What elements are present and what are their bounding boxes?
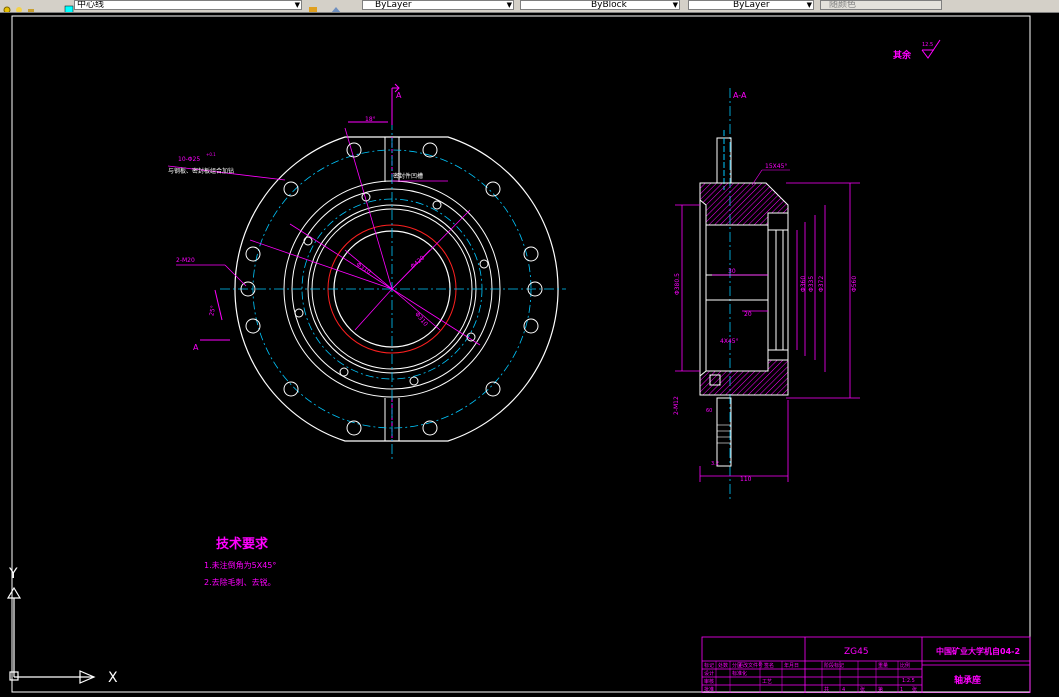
tap-callout: 2-M20 <box>176 257 195 264</box>
chamfer-bot: 4X45° <box>720 338 739 345</box>
hole-callout: 10-Φ25 <box>178 156 200 163</box>
tech-item-2: 2.去除毛刺、去锐。 <box>204 577 276 587</box>
title-header-count: 处数 <box>718 662 728 669</box>
color-dropdown[interactable]: ByLayer ▼ <box>362 0 514 10</box>
plotstyle-value: 随颜色 <box>829 0 857 10</box>
dim-left: Φ380.5 <box>674 273 681 295</box>
dim-372: Φ372 <box>818 276 825 292</box>
dim-outer: Φ560 <box>851 276 858 292</box>
chevron-down-icon: ▼ <box>806 1 812 9</box>
chevron-down-icon: ▼ <box>294 1 300 9</box>
tech-title: 技术要求 <box>216 536 269 552</box>
title-sheet-total: 共 <box>824 686 829 693</box>
dia-310-label: Φ310 <box>413 311 429 328</box>
layer-value: 中心线 <box>77 0 105 10</box>
lineweight-dropdown[interactable]: ByLayer ▼ <box>688 0 814 10</box>
tech-item-1: 1.未注倒角为5X45° <box>204 560 276 570</box>
drawing-frame <box>11 15 1031 693</box>
layer-state-icon[interactable] <box>2 0 12 12</box>
color-value: ByLayer <box>375 0 412 10</box>
title-row-review: 审核 <box>704 678 714 685</box>
title-header-mark: 标记 <box>704 662 714 669</box>
title-label-weight: 重量 <box>878 662 888 669</box>
layer-previous-icon[interactable] <box>330 0 341 12</box>
roughness-value: 12.5 <box>922 42 933 48</box>
dim-60: 60 <box>706 408 712 414</box>
ucs-x-label: X <box>108 670 118 686</box>
title-sheet-no-num: 1 <box>900 687 903 693</box>
dim-m: 2-M12 <box>673 396 680 415</box>
title-material: ZG45 <box>844 647 869 657</box>
section-mark-left: A <box>193 343 199 352</box>
title-row-approve: 批准 <box>704 686 714 693</box>
color-swatch-icon <box>64 0 74 12</box>
lock-icon[interactable] <box>26 0 36 12</box>
title-header-change: 更改文件号 <box>738 662 763 669</box>
title-sheet-no: 第 <box>878 686 883 693</box>
title-header-sign: 签名 <box>764 662 774 669</box>
seal-note: 密封件凹槽 <box>393 172 423 180</box>
title-scale: 1:2.5 <box>902 678 915 684</box>
ucs-y-label: Y <box>8 566 18 582</box>
chevron-down-icon: ▼ <box>506 1 512 9</box>
title-sheet-unit-2: 张 <box>912 686 917 693</box>
front-view: A A 18° 25° 10-Φ25 +0.1 与钢板、密封板组合加钻 2-M2… <box>167 83 566 460</box>
dim-335: Φ335 <box>808 276 815 292</box>
title-sheet-total-num: 4 <box>842 687 845 693</box>
hole-note: 与钢板、密封板组合加钻 <box>168 167 234 175</box>
roughness-note: 其余 <box>893 49 912 61</box>
section-mark-top: A <box>396 91 402 100</box>
drawing-canvas[interactable]: 其余 12.5 A A 18° 25° 10-Φ25 +0.1 与钢板、密封板组… <box>0 12 1059 694</box>
plotstyle-dropdown[interactable]: 随颜色 <box>820 0 942 10</box>
layer-dropdown[interactable]: 中心线 ▼ <box>74 0 302 10</box>
title-label-stage: 阶段标记 <box>824 662 844 669</box>
angle-18: 18° <box>365 116 376 123</box>
title-school: 中国矿业大学机自04-2 <box>936 646 1020 656</box>
title-part-name: 轴承座 <box>954 674 981 686</box>
linetype-dropdown[interactable]: ByBlock ▼ <box>520 0 680 10</box>
dim-30: 30 <box>728 268 736 275</box>
ucs-icon <box>6 586 96 684</box>
dia-inner-label: Φ310 <box>355 261 372 276</box>
title-row-process: 工艺 <box>762 679 772 685</box>
section-view: A-A 15X45° 4X45° Φ360 Φ335 Φ372 Φ560 Φ38… <box>673 88 860 500</box>
hole-callout-sup: +0.1 <box>206 152 216 157</box>
title-row-standard: 标准化 <box>732 670 747 677</box>
layer-manager-icon[interactable] <box>308 0 318 12</box>
lineweight-value: ByLayer <box>733 0 770 10</box>
angle-25: 25° <box>208 305 217 317</box>
title-label-scale: 比例 <box>900 662 910 669</box>
chevron-down-icon: ▼ <box>672 1 678 9</box>
section-title: A-A <box>733 91 747 100</box>
sun-icon[interactable] <box>14 0 24 12</box>
roughness-small: 3.2 <box>711 461 719 467</box>
dim-bore: Φ360 <box>800 276 807 292</box>
dim-20: 20 <box>744 311 752 318</box>
title-row-design: 设计 <box>704 670 714 677</box>
linetype-value: ByBlock <box>591 0 627 10</box>
chamfer-top: 15X45° <box>765 163 787 170</box>
title-sheet-unit: 张 <box>860 686 865 693</box>
dim-depth: 110 <box>740 476 752 483</box>
title-header-date: 年月日 <box>784 662 799 669</box>
